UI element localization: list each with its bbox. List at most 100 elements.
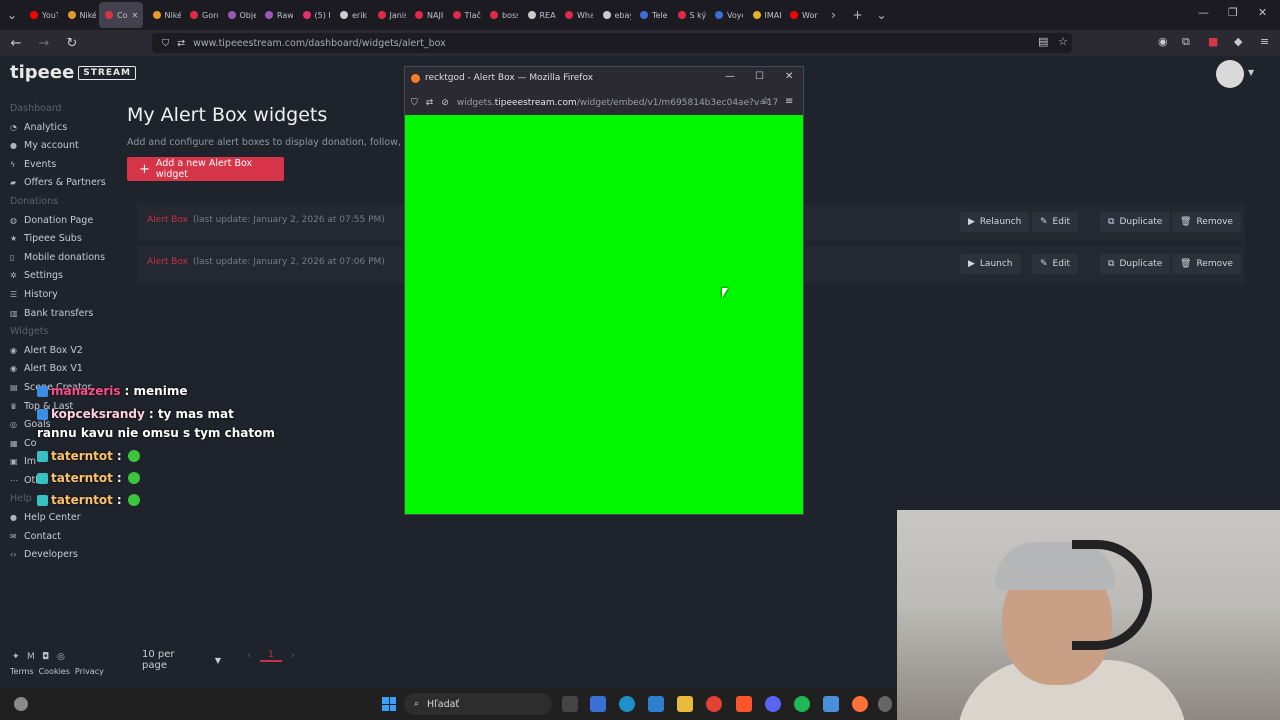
browser-tab[interactable]: What: [559, 0, 593, 30]
menu-icon[interactable]: ≡: [785, 96, 793, 107]
extension-shield-icon[interactable]: ◆: [1234, 35, 1242, 48]
browser-tab[interactable]: erik k: [334, 0, 368, 30]
tracking-off-icon[interactable]: ⊘: [441, 98, 449, 108]
windows-start-icon[interactable]: [382, 697, 396, 711]
store-icon[interactable]: [590, 696, 606, 712]
sidebar-item[interactable]: ▥ Bank transfers: [0, 305, 120, 324]
sidebar-item[interactable]: ✉ Contact: [0, 528, 120, 547]
browser-tab[interactable]: (5) Ins: [297, 0, 331, 30]
per-page-select[interactable]: 10 per page ▼: [137, 649, 221, 671]
firefox-icon[interactable]: [852, 696, 868, 712]
file-explorer-icon[interactable]: [677, 696, 693, 712]
extensions-icon[interactable]: ⧉: [1182, 35, 1190, 49]
taskbar-search-input[interactable]: ⌕ Hľadať: [404, 693, 552, 715]
task-view-icon[interactable]: [562, 696, 578, 712]
page-current[interactable]: 1: [260, 650, 282, 662]
browser-tab[interactable]: IMAL: [747, 0, 781, 30]
permissions-icon[interactable]: ⇄: [426, 98, 434, 108]
browser-tab[interactable]: Objev: [222, 0, 256, 30]
browser-tab[interactable]: Tlačo: [447, 0, 481, 30]
browser-tab[interactable]: Niké: [147, 0, 181, 30]
extension-red-icon[interactable]: ■: [1208, 35, 1218, 48]
sidebar-item[interactable]: ◉ Alert Box V2: [0, 342, 120, 361]
twitter-icon[interactable]: ✦: [12, 652, 27, 662]
footer-link[interactable]: Cookies: [39, 667, 70, 676]
brave-icon[interactable]: [736, 696, 752, 712]
sidebar-item[interactable]: ▰ Offers & Partners: [0, 174, 120, 193]
medium-icon[interactable]: M: [27, 652, 42, 662]
list-all-tabs-icon[interactable]: ⌄: [870, 8, 894, 22]
popup-minimize-icon[interactable]: —: [725, 71, 735, 82]
reader-view-icon[interactable]: ▤: [1038, 35, 1048, 48]
add-alert-box-button[interactable]: + Add a new Alert Box widget: [127, 157, 284, 181]
photos-icon[interactable]: [648, 696, 664, 712]
new-tab-icon[interactable]: +: [846, 8, 870, 22]
discord-icon[interactable]: [765, 696, 781, 712]
launch-button[interactable]: ▶ Relaunch: [960, 212, 1030, 232]
browser-tab[interactable]: YouT: [24, 0, 58, 30]
browser-tab[interactable]: Voyo: [709, 0, 743, 30]
browser-tab[interactable]: Gordo: [184, 0, 218, 30]
remove-button[interactable]: 🗑 Remove: [1172, 254, 1241, 274]
duplicate-button[interactable]: ⧉ Duplicate: [1100, 212, 1171, 232]
browser-tab[interactable]: NAJH: [409, 0, 443, 30]
sidebar-item[interactable]: ● Help Center: [0, 509, 120, 528]
sidebar-item[interactable]: ● My account: [0, 137, 120, 156]
launch-button[interactable]: ▶ Launch: [960, 254, 1021, 274]
url-text[interactable]: www.tipeeestream.com/dashboard/widgets/a…: [193, 38, 446, 49]
browser-tab[interactable]: ebay: [597, 0, 631, 30]
avatar[interactable]: [1216, 60, 1244, 88]
account-icon[interactable]: ◉: [1158, 35, 1168, 48]
close-window-icon[interactable]: ✕: [1258, 6, 1267, 19]
browser-tab[interactable]: Janis: [372, 0, 406, 30]
duplicate-button[interactable]: ⧉ Duplicate: [1100, 254, 1171, 274]
tab-close-icon[interactable]: ✕: [131, 11, 138, 20]
browser-tab[interactable]: Work: [784, 0, 818, 30]
restore-icon[interactable]: ❐: [1228, 6, 1238, 19]
footer-link[interactable]: Privacy: [75, 667, 104, 676]
tipeeestream-logo[interactable]: tipeee STREAM: [10, 62, 136, 83]
next-page-icon[interactable]: ›: [282, 651, 304, 661]
edit-button[interactable]: ✎ Edit: [1032, 212, 1078, 232]
browser-tab[interactable]: bossn: [484, 0, 518, 30]
sidebar-item[interactable]: ϟ Events: [0, 156, 120, 175]
obs-icon[interactable]: [878, 696, 892, 712]
bookmark-star-icon[interactable]: ☆: [1058, 35, 1068, 48]
browser-tab[interactable]: Rawo: [259, 0, 293, 30]
browser-tab[interactable]: Co ✕: [99, 2, 143, 28]
shield-icon[interactable]: ⛉: [162, 38, 169, 49]
edge-icon[interactable]: [619, 696, 635, 712]
widget-name-link[interactable]: Alert Box: [147, 215, 188, 225]
popup-close-icon[interactable]: ✕: [785, 71, 793, 82]
shield-icon[interactable]: ⛉: [411, 98, 418, 108]
sidebar-item[interactable]: ▯ Mobile donations: [0, 249, 120, 268]
reload-icon[interactable]: ↻: [60, 36, 84, 51]
url-bar[interactable]: ⛉ ⇄ www.tipeeestream.com/dashboard/widge…: [152, 33, 1072, 53]
bookmark-star-icon[interactable]: ☆: [761, 96, 770, 107]
minimize-icon[interactable]: —: [1198, 6, 1209, 19]
back-icon[interactable]: ←: [4, 36, 28, 51]
browser-tab[interactable]: Niké: [62, 0, 96, 30]
sidebar-item[interactable]: ‹› Developers: [0, 546, 120, 565]
browser-tab[interactable]: S kým: [672, 0, 706, 30]
notepad-icon[interactable]: [823, 696, 839, 712]
forward-icon[interactable]: →: [32, 36, 56, 51]
sidebar-item[interactable]: ★ Tipeee Subs: [0, 230, 120, 249]
chevron-down-icon[interactable]: ▼: [1248, 68, 1254, 77]
tab-scroll-right-icon[interactable]: ›: [822, 8, 846, 22]
browser-tab[interactable]: REAK: [522, 0, 556, 30]
widget-name-link[interactable]: Alert Box: [147, 257, 188, 267]
menu-icon[interactable]: ≡: [1260, 35, 1269, 48]
popup-maximize-icon[interactable]: ☐: [755, 71, 764, 82]
footer-link[interactable]: Terms: [10, 667, 34, 676]
sidebar-item[interactable]: ◔ Analytics: [0, 119, 120, 138]
edit-button[interactable]: ✎ Edit: [1032, 254, 1078, 274]
discord-icon[interactable]: ◘: [42, 652, 57, 662]
sidebar-item[interactable]: ✲ Settings: [0, 267, 120, 286]
sidebar-item[interactable]: ☰ History: [0, 286, 120, 305]
instagram-icon[interactable]: ◎: [57, 652, 72, 662]
remove-button[interactable]: 🗑 Remove: [1172, 212, 1241, 232]
spotify-icon[interactable]: [794, 696, 810, 712]
widgets-icon[interactable]: [14, 697, 28, 711]
permissions-icon[interactable]: ⇄: [177, 38, 185, 49]
